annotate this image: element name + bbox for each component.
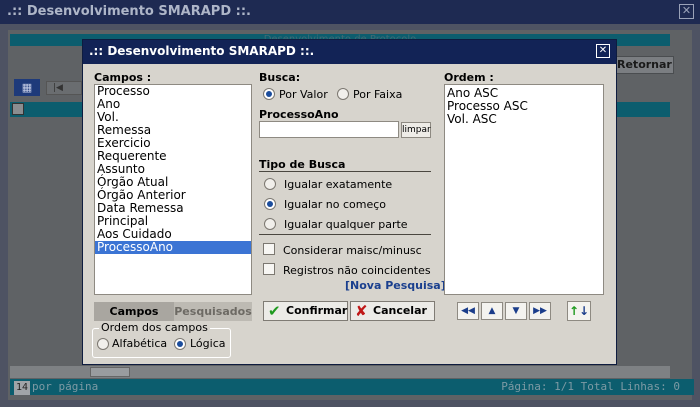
ordem-label: Ordem : (444, 71, 494, 84)
considerar-maisc-label: Considerar maisc/minusc (283, 244, 422, 257)
busca-label: Busca: (259, 71, 301, 84)
select-all-checkbox[interactable] (12, 103, 24, 115)
divider (259, 171, 431, 172)
background-footer: 14 por página Página: 1/1 Total Linhas: 0 (10, 379, 694, 395)
background-close-icon[interactable]: ✕ (679, 4, 694, 19)
move-up-icon[interactable]: ▲ (481, 302, 503, 320)
logica-label: Lógica (190, 337, 226, 350)
per-page-label: por página (32, 380, 99, 393)
igualar-comeco-radio[interactable] (264, 198, 276, 210)
registros-nao-coincidentes-checkbox[interactable] (263, 263, 275, 275)
campos-label: Campos : (94, 71, 152, 84)
sort-direction-icon[interactable]: ↑↓ (567, 301, 591, 321)
tab-campos[interactable]: Campos (94, 302, 174, 321)
limpar-button[interactable]: limpar (401, 122, 431, 138)
registros-nao-coincidentes-label: Registros não coincidentes (283, 264, 431, 277)
move-first-icon[interactable]: ◀◀ (457, 302, 479, 320)
por-faixa-radio[interactable] (337, 88, 349, 100)
ordem-list-item[interactable]: Vol. ASC (445, 113, 603, 126)
dialog-close-icon[interactable]: ✕ (596, 44, 610, 58)
grid-options-icon[interactable]: ▦ (14, 79, 40, 96)
search-value-input[interactable] (259, 121, 399, 138)
confirmar-label: Confirmar (286, 304, 348, 317)
ordem-campos-legend: Ordem dos campos (99, 321, 210, 334)
tipo-busca-label: Tipo de Busca (259, 158, 346, 171)
cancelar-label: Cancelar (373, 304, 427, 317)
igualar-exatamente-label: Igualar exatamente (284, 178, 393, 191)
igualar-exatamente-radio[interactable] (264, 178, 276, 190)
checkmark-icon: ✔ (268, 302, 281, 320)
search-field-label: ProcessoAno (259, 108, 339, 121)
divider (259, 234, 431, 235)
background-window-title: .:: Desenvolvimento SMARAPD ::. (0, 0, 700, 24)
tab-pesquisados[interactable]: Pesquisados (174, 302, 252, 321)
logica-radio[interactable] (174, 338, 186, 350)
alfabetica-radio[interactable] (97, 338, 109, 350)
move-down-icon[interactable]: ▼ (505, 302, 527, 320)
scrollbar-thumb[interactable] (90, 367, 130, 377)
igualar-comeco-label: Igualar no começo (284, 198, 386, 211)
move-last-icon[interactable]: ▶▶ (529, 302, 551, 320)
dialog-title: .:: Desenvolvimento SMARAPD ::. (83, 40, 616, 64)
confirmar-button[interactable]: ✔ Confirmar (263, 301, 348, 321)
search-dialog: .:: Desenvolvimento SMARAPD ::. ✕ Campos… (82, 39, 617, 365)
first-page-icon[interactable]: |◀ (46, 81, 82, 95)
por-faixa-label: Por Faixa (353, 88, 403, 101)
page-size-select[interactable]: 14 (14, 381, 31, 395)
alfabetica-label: Alfabética (112, 337, 168, 350)
considerar-maisc-checkbox[interactable] (263, 243, 275, 255)
por-valor-label: Por Valor (279, 88, 328, 101)
igualar-qualquer-parte-label: Igualar qualquer parte (284, 218, 408, 231)
igualar-qualquer-parte-radio[interactable] (264, 218, 276, 230)
por-valor-radio[interactable] (263, 88, 275, 100)
nova-pesquisa-link[interactable]: [Nova Pesquisa] (345, 279, 446, 292)
campos-listbox[interactable]: Processo Ano Vol. Remessa Exercicio Requerent… (94, 84, 252, 295)
pagination-status: Página: 1/1 Total Linhas: 0 (501, 380, 680, 393)
campos-list-item[interactable]: ProcessoAno (95, 241, 251, 254)
cancel-x-icon: ✘ (355, 302, 368, 320)
ordem-listbox[interactable]: Ano ASC Processo ASC Vol. ASC (444, 84, 604, 295)
cancelar-button[interactable]: ✘ Cancelar (350, 301, 435, 321)
